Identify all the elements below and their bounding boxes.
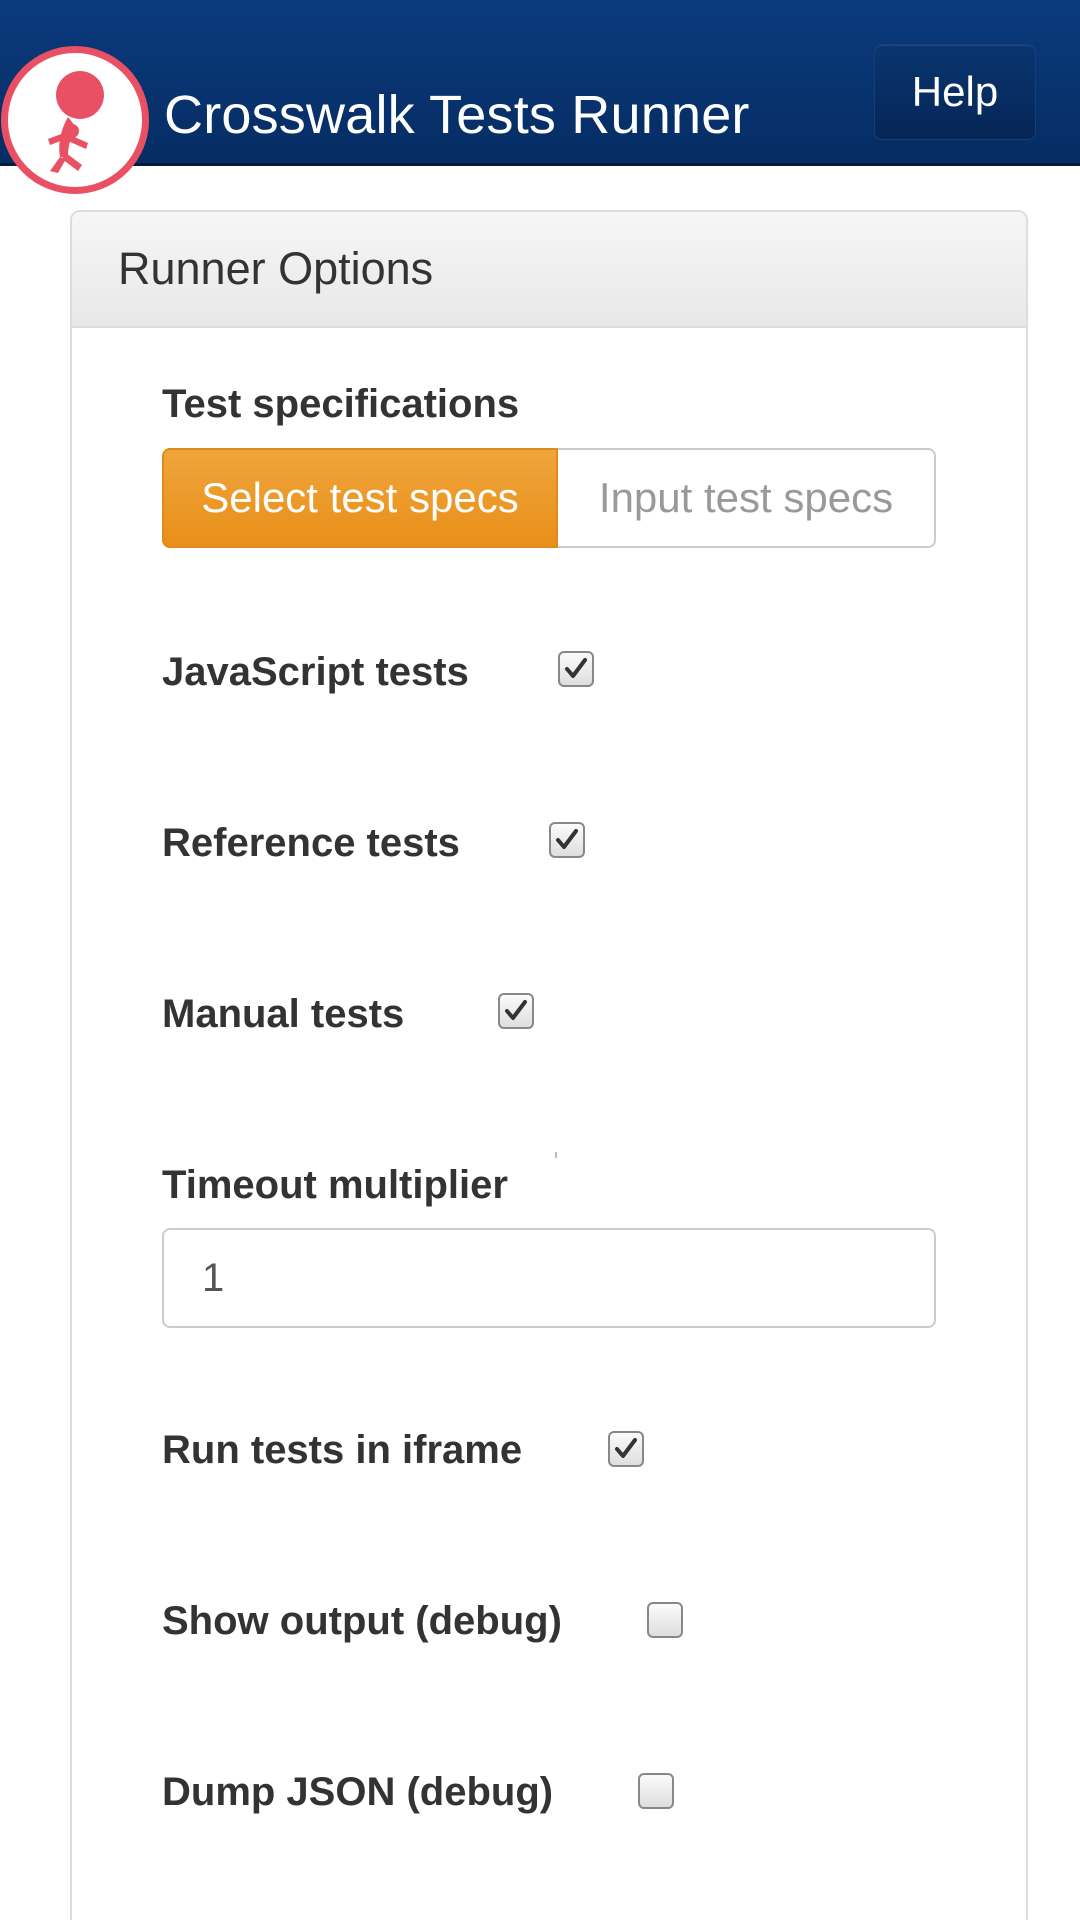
help-button[interactable]: Help (874, 44, 1036, 140)
checkmark-icon (505, 1000, 527, 1020)
run-tests-in-iframe-label: Run tests in iframe (162, 1428, 523, 1472)
input-test-specs-button[interactable]: Input test specs (558, 448, 936, 548)
decorative-mark (555, 1152, 557, 1158)
show-output-debug-checkbox[interactable] (647, 1602, 683, 1638)
select-test-specs-button[interactable]: Select test specs (162, 448, 558, 548)
reference-tests-label: Reference tests (162, 821, 460, 865)
run-tests-in-iframe-checkbox[interactable] (608, 1431, 644, 1467)
test-specs-segmented-control: Select test specs Input test specs (162, 448, 936, 548)
show-output-debug-label: Show output (debug) (162, 1599, 562, 1643)
manual-tests-checkbox[interactable] (498, 993, 534, 1029)
top-navbar: Crosswalk Tests Runner Help (0, 0, 1080, 166)
timeout-multiplier-input[interactable] (162, 1228, 936, 1328)
panel-heading: Runner Options (72, 212, 1026, 328)
panel-title: Runner Options (118, 243, 434, 294)
checkmark-icon (615, 1438, 637, 1458)
crosswalk-runner-logo-icon (1, 46, 149, 194)
reference-tests-checkbox[interactable] (549, 822, 585, 858)
test-specifications-label: Test specifications (162, 382, 520, 426)
javascript-tests-checkbox[interactable] (558, 651, 594, 687)
timeout-multiplier-label: Timeout multiplier (162, 1163, 508, 1207)
checkmark-icon (556, 829, 578, 849)
dump-json-debug-checkbox[interactable] (638, 1773, 674, 1809)
checkmark-icon (565, 658, 587, 678)
dump-json-debug-label: Dump JSON (debug) (162, 1770, 554, 1814)
manual-tests-label: Manual tests (162, 992, 405, 1036)
javascript-tests-label: JavaScript tests (162, 650, 469, 694)
app-title: Crosswalk Tests Runner (164, 85, 750, 145)
